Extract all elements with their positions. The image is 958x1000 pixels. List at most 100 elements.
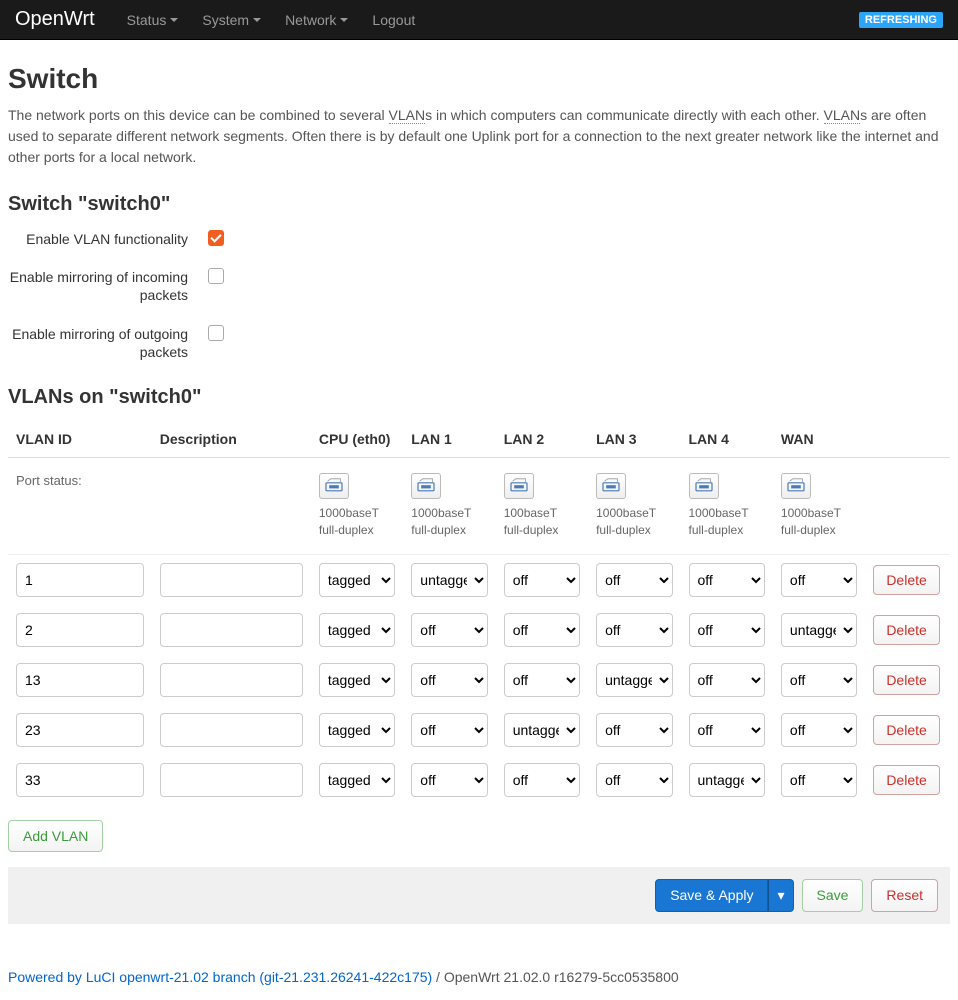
bottom-actions: Save & Apply ▾ Save Reset (8, 867, 950, 924)
port-mode-select[interactable]: taggeduntaggedoff (411, 563, 487, 597)
mirror-out-label: Enable mirroring of outgoing packets (8, 323, 208, 361)
delete-button[interactable]: Delete (873, 565, 939, 595)
ethernet-port-icon (689, 473, 719, 499)
port-status-cell: 1000baseTfull-duplex (773, 457, 865, 554)
port-mode-select[interactable]: taggeduntaggedoff (504, 563, 580, 597)
port-mode-select[interactable]: taggeduntaggedoff (596, 713, 672, 747)
mirror-out-checkbox[interactable] (208, 325, 224, 341)
ethernet-port-icon (411, 473, 441, 499)
port-mode-select[interactable]: taggeduntaggedoff (411, 663, 487, 697)
delete-button[interactable]: Delete (873, 665, 939, 695)
table-row: taggeduntaggedoff taggeduntaggedoff tagged… (8, 705, 950, 755)
port-status-label: Port status: (8, 457, 311, 554)
ethernet-port-icon (781, 473, 811, 499)
vlan-desc-input[interactable] (160, 563, 303, 597)
delete-button[interactable]: Delete (873, 615, 939, 645)
port-status-cell: 100baseTfull-duplex (496, 457, 588, 554)
vlan-id-input[interactable] (16, 563, 144, 597)
save-apply-button[interactable]: Save & Apply (655, 879, 768, 912)
footer: Powered by LuCI openwrt-21.02 branch (gi… (0, 939, 958, 1000)
port-mode-select[interactable]: taggeduntaggedoff (689, 763, 765, 797)
enable-vlan-checkbox[interactable] (208, 230, 224, 246)
port-mode-select[interactable]: taggeduntaggedoff (504, 613, 580, 647)
col-header: LAN 1 (403, 421, 495, 458)
port-mode-select[interactable]: taggeduntaggedoff (596, 763, 672, 797)
port-mode-select[interactable]: taggeduntaggedoff (319, 563, 395, 597)
navbar: OpenWrt StatusSystemNetworkLogout REFRES… (0, 0, 958, 40)
nav-network[interactable]: Network (273, 12, 360, 28)
port-status-cell: 1000baseTfull-duplex (311, 457, 403, 554)
port-mode-select[interactable]: taggeduntaggedoff (504, 713, 580, 747)
port-mode-select[interactable]: taggeduntaggedoff (319, 613, 395, 647)
nav-system[interactable]: System (190, 12, 273, 28)
ethernet-port-icon (319, 473, 349, 499)
vlan-id-input[interactable] (16, 613, 144, 647)
port-status-cell: 1000baseTfull-duplex (681, 457, 773, 554)
page-title: Switch (8, 63, 950, 95)
nav-logout[interactable]: Logout (360, 12, 427, 28)
port-mode-select[interactable]: taggeduntaggedoff (504, 663, 580, 697)
col-header: Description (152, 421, 311, 458)
table-row: taggeduntaggedoff taggeduntaggedoff tagged… (8, 655, 950, 705)
switch-heading: Switch "switch0" (8, 193, 950, 216)
save-button[interactable]: Save (802, 879, 864, 912)
vlan-id-input[interactable] (16, 663, 144, 697)
ethernet-port-icon (504, 473, 534, 499)
chevron-down-icon (340, 18, 348, 22)
chevron-down-icon (170, 18, 178, 22)
col-header: CPU (eth0) (311, 421, 403, 458)
port-mode-select[interactable]: taggeduntaggedoff (596, 613, 672, 647)
col-header: VLAN ID (8, 421, 152, 458)
intro-text: The network ports on this device can be … (8, 105, 950, 168)
port-mode-select[interactable]: taggeduntaggedoff (689, 563, 765, 597)
brand[interactable]: OpenWrt (15, 8, 95, 31)
col-header: LAN 2 (496, 421, 588, 458)
port-mode-select[interactable]: taggeduntaggedoff (781, 713, 857, 747)
refreshing-badge: REFRESHING (859, 12, 943, 28)
port-mode-select[interactable]: taggeduntaggedoff (689, 713, 765, 747)
port-mode-select[interactable]: taggeduntaggedoff (596, 563, 672, 597)
mirror-in-label: Enable mirroring of incoming packets (8, 266, 208, 304)
reset-button[interactable]: Reset (871, 879, 938, 912)
port-mode-select[interactable]: taggeduntaggedoff (319, 713, 395, 747)
vlan-id-input[interactable] (16, 763, 144, 797)
mirror-in-checkbox[interactable] (208, 268, 224, 284)
port-mode-select[interactable]: taggeduntaggedoff (689, 613, 765, 647)
port-status-cell: 1000baseTfull-duplex (588, 457, 680, 554)
table-row: taggeduntaggedoff taggeduntaggedoff tagged… (8, 755, 950, 805)
vlan-table: VLAN IDDescriptionCPU (eth0)LAN 1LAN 2LA… (8, 421, 950, 805)
port-mode-select[interactable]: taggeduntaggedoff (411, 763, 487, 797)
port-mode-select[interactable]: taggeduntaggedoff (411, 613, 487, 647)
delete-button[interactable]: Delete (873, 715, 939, 745)
port-mode-select[interactable]: taggeduntaggedoff (319, 763, 395, 797)
port-mode-select[interactable]: taggeduntaggedoff (781, 613, 857, 647)
vlan-abbr: VLAN (389, 107, 426, 124)
chevron-down-icon (253, 18, 261, 22)
save-apply-dropdown[interactable]: ▾ (768, 879, 793, 912)
vlan-desc-input[interactable] (160, 763, 303, 797)
delete-button[interactable]: Delete (873, 765, 939, 795)
port-mode-select[interactable]: taggeduntaggedoff (781, 563, 857, 597)
nav-status[interactable]: Status (115, 12, 191, 28)
port-mode-select[interactable]: taggeduntaggedoff (689, 663, 765, 697)
port-mode-select[interactable]: taggeduntaggedoff (781, 663, 857, 697)
port-mode-select[interactable]: taggeduntaggedoff (781, 763, 857, 797)
footer-link[interactable]: Powered by LuCI openwrt-21.02 branch (gi… (8, 969, 432, 985)
vlan-abbr: VLAN (824, 107, 861, 124)
col-header: WAN (773, 421, 865, 458)
port-mode-select[interactable]: taggeduntaggedoff (411, 713, 487, 747)
vlan-id-input[interactable] (16, 713, 144, 747)
vlan-desc-input[interactable] (160, 713, 303, 747)
port-mode-select[interactable]: taggeduntaggedoff (504, 763, 580, 797)
port-status-cell: 1000baseTfull-duplex (403, 457, 495, 554)
port-mode-select[interactable]: taggeduntaggedoff (596, 663, 672, 697)
add-vlan-button[interactable]: Add VLAN (8, 820, 103, 852)
vlan-desc-input[interactable] (160, 663, 303, 697)
col-header: LAN 3 (588, 421, 680, 458)
table-row: taggeduntaggedoff taggeduntaggedoff tagged… (8, 605, 950, 655)
vlan-desc-input[interactable] (160, 613, 303, 647)
col-header: LAN 4 (681, 421, 773, 458)
table-row: taggeduntaggedoff taggeduntaggedoff tagged… (8, 554, 950, 605)
vlans-heading: VLANs on "switch0" (8, 386, 950, 409)
port-mode-select[interactable]: taggeduntaggedoff (319, 663, 395, 697)
